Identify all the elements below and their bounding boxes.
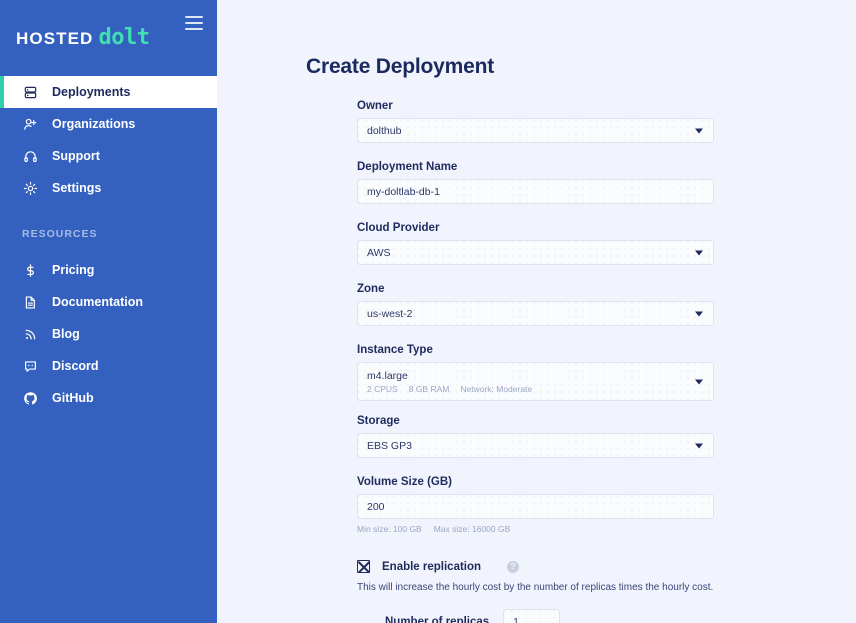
storage-select[interactable]: EBS GP3	[357, 433, 714, 458]
logo[interactable]: HOSTED dolt	[16, 25, 150, 50]
label-owner: Owner	[357, 100, 393, 112]
sidebar-item-pricing[interactable]: Pricing	[0, 254, 217, 286]
label-instance-type: Instance Type	[357, 344, 433, 356]
cloud-provider-select[interactable]: AWS	[357, 240, 714, 265]
headset-icon	[22, 148, 38, 164]
sidebar-header: HOSTED dolt	[0, 0, 217, 76]
volume-size-helper: Min size: 100 GB Max size: 16000 GB	[357, 524, 717, 534]
hamburger-menu-icon[interactable]	[185, 16, 203, 30]
storage-value: EBS GP3	[367, 439, 412, 452]
sidebar-item-github[interactable]: GitHub	[0, 382, 217, 414]
field-cloud-provider: Cloud Provider AWS	[357, 222, 717, 265]
volume-size-input[interactable]: 200	[357, 494, 714, 519]
sidebar-label-blog: Blog	[52, 327, 80, 341]
label-volume-size: Volume Size (GB)	[357, 476, 452, 488]
sidebar-item-documentation[interactable]: Documentation	[0, 286, 217, 318]
sidebar-item-organizations[interactable]: Organizations	[0, 108, 217, 140]
instance-type-select[interactable]: m4.large 2 CPUS 8 GB RAM Network: Modera…	[357, 362, 714, 401]
sidebar-item-settings[interactable]: Settings	[0, 172, 217, 204]
field-instance-type: Instance Type m4.large 2 CPUS 8 GB RAM N…	[357, 344, 717, 401]
sidebar-label-settings: Settings	[52, 181, 102, 195]
volume-min-hint: Min size: 100 GB	[357, 524, 422, 534]
gear-icon	[22, 180, 38, 196]
deployment-name-input[interactable]: my-doltlab-db-1	[357, 179, 714, 204]
cloud-provider-value: AWS	[367, 246, 391, 259]
replicas-input[interactable]: 1	[503, 609, 561, 623]
database-icon	[22, 84, 38, 100]
sidebar-item-discord[interactable]: Discord	[0, 350, 217, 382]
label-storage: Storage	[357, 415, 400, 427]
field-zone: Zone us-west-2	[357, 283, 717, 326]
discord-icon	[22, 358, 38, 374]
user-plus-icon	[22, 116, 38, 132]
instance-ram: 8 GB RAM	[408, 383, 450, 394]
instance-type-value: m4.large	[367, 369, 408, 382]
field-owner: Owner dolthub	[357, 100, 717, 143]
sidebar-item-blog[interactable]: Blog	[0, 318, 217, 350]
enable-replication-label[interactable]: Enable replication	[382, 561, 481, 573]
hamburger-line	[185, 28, 203, 30]
page-title: Create Deployment	[306, 55, 494, 78]
chevron-down-icon	[695, 379, 703, 384]
sidebar-item-support[interactable]: Support	[0, 140, 217, 172]
enable-replication-row: Enable replication ?	[357, 560, 717, 573]
chevron-down-icon	[695, 443, 703, 448]
chevron-down-icon	[695, 311, 703, 316]
replicas-value: 1	[513, 615, 520, 623]
logo-prefix: HOSTED	[16, 29, 94, 48]
volume-size-value: 200	[367, 500, 385, 513]
hamburger-line	[185, 22, 203, 24]
sidebar-label-organizations: Organizations	[52, 117, 136, 131]
owner-select[interactable]: dolthub	[357, 118, 714, 143]
sidebar-label-pricing: Pricing	[52, 263, 95, 277]
resources-section-title: RESOURCES	[22, 228, 98, 240]
instance-type-meta: 2 CPUS 8 GB RAM Network: Moderate	[367, 384, 532, 394]
rss-icon	[22, 326, 38, 342]
logo-brand: dolt	[98, 25, 150, 50]
owner-value: dolthub	[367, 124, 402, 137]
chevron-down-icon	[695, 250, 703, 255]
zone-value: us-west-2	[367, 307, 413, 320]
sidebar-label-github: GitHub	[52, 391, 94, 405]
label-deployment-name: Deployment Name	[357, 161, 458, 173]
sidebar-item-deployments[interactable]: Deployments	[0, 76, 217, 108]
volume-max-hint: Max size: 16000 GB	[433, 524, 511, 534]
label-zone: Zone	[357, 283, 385, 295]
replication-note: This will increase the hourly cost by th…	[357, 582, 714, 593]
document-icon	[22, 294, 38, 310]
chevron-down-icon	[695, 128, 703, 133]
sidebar-label-deployments: Deployments	[52, 85, 131, 99]
create-deployment-form: Owner dolthub Deployment Name my-doltlab…	[357, 100, 717, 623]
question-mark-icon[interactable]: ?	[507, 560, 520, 573]
instance-network: Network: Moderate	[460, 383, 533, 394]
sidebar-label-discord: Discord	[52, 359, 99, 373]
field-volume-size: Volume Size (GB) 200 Min size: 100 GB Ma…	[357, 476, 717, 534]
sidebar: HOSTED dolt Deployments Organizations Su…	[0, 0, 217, 623]
main-content: Create Deployment Owner dolthub Deployme…	[217, 0, 856, 623]
field-deployment-name: Deployment Name my-doltlab-db-1	[357, 161, 717, 204]
sidebar-label-documentation: Documentation	[52, 295, 143, 309]
github-icon	[22, 390, 38, 406]
dollar-icon	[22, 262, 38, 278]
zone-select[interactable]: us-west-2	[357, 301, 714, 326]
hamburger-line	[185, 16, 203, 18]
field-storage: Storage EBS GP3	[357, 415, 717, 458]
sidebar-label-support: Support	[52, 149, 100, 163]
label-cloud-provider: Cloud Provider	[357, 222, 440, 234]
deployment-name-value: my-doltlab-db-1	[367, 185, 440, 198]
replicas-row: Number of replicas 1	[357, 609, 717, 623]
replicas-label: Number of replicas	[385, 615, 490, 623]
instance-cpus: 2 CPUS	[367, 383, 398, 394]
enable-replication-checkbox[interactable]	[357, 560, 370, 573]
